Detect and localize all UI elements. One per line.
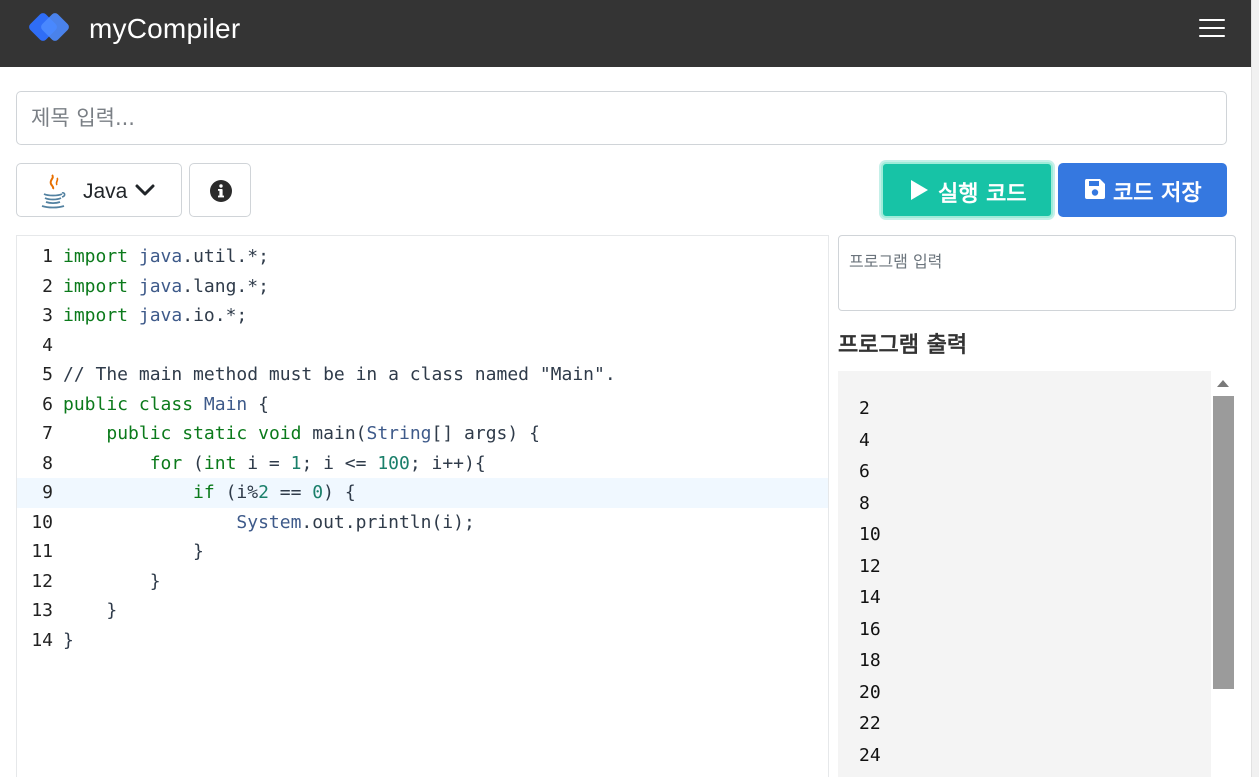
code-line[interactable]: 3 import java.io.*;: [17, 301, 828, 331]
line-number: 4: [42, 334, 53, 356]
code-line[interactable]: 13 }: [17, 596, 828, 626]
code-line[interactable]: 12 }: [17, 567, 828, 597]
menu-icon[interactable]: [1199, 19, 1225, 39]
program-input[interactable]: [838, 235, 1236, 311]
line-number: 3: [42, 305, 53, 326]
output-scrollbar[interactable]: [1211, 371, 1235, 777]
output-line: 10: [859, 524, 881, 545]
language-label: Java: [83, 180, 128, 203]
line-number: 1: [42, 246, 53, 267]
output-line: 4: [859, 429, 870, 451]
line-number: 6: [42, 393, 53, 415]
output-line: 12: [859, 555, 881, 577]
code-line[interactable]: 11 }: [17, 537, 828, 567]
code-text[interactable]: // The main method must be in a class na…: [63, 360, 616, 390]
run-code-label: 실행 코드: [938, 182, 1027, 207]
line-number: 2: [42, 275, 53, 297]
output-line: 24: [859, 744, 881, 766]
code-line[interactable]: 7 public static void main(String[] args)…: [17, 419, 828, 449]
code-text[interactable]: }: [63, 626, 74, 656]
code-text[interactable]: }: [63, 537, 204, 567]
code-text[interactable]: }: [63, 596, 117, 626]
code-line[interactable]: 10 System.out.println(i);: [17, 508, 828, 538]
code-line[interactable]: 5 // The main method must be in a class n…: [17, 360, 828, 390]
code-line[interactable]: 4: [17, 331, 828, 361]
line-number: 9: [42, 482, 53, 503]
run-code-button[interactable]: 실행 코드: [881, 162, 1053, 218]
code-text[interactable]: public static void main(String[] args) {: [63, 419, 540, 449]
save-code-button[interactable]: 코드 저장: [1058, 163, 1227, 217]
code-editor[interactable]: 1 import java.util.*; 2 import java.lang.*;…: [16, 235, 829, 777]
scroll-up-arrow-icon[interactable]: [1217, 380, 1229, 387]
code-line[interactable]: 14}: [17, 626, 828, 656]
save-code-label: 코드 저장: [1113, 181, 1202, 206]
code-line[interactable]: 2 import java.lang.*;: [17, 272, 828, 302]
code-text[interactable]: }: [63, 567, 161, 597]
scrollbar-thumb[interactable]: [1213, 396, 1234, 689]
code-text[interactable]: import java.io.*;: [63, 301, 247, 331]
line-number: 12: [31, 570, 53, 592]
code-text[interactable]: public class Main {: [63, 390, 269, 420]
java-icon: [41, 174, 66, 209]
output-line: 2: [859, 398, 870, 419]
chevron-down-icon: [135, 184, 155, 196]
output-line: 22: [859, 713, 881, 734]
line-number: 10: [31, 511, 53, 533]
line-number: 14: [31, 629, 53, 651]
title-input[interactable]: [16, 91, 1227, 145]
line-number: 7: [42, 423, 53, 444]
play-icon: [911, 180, 928, 200]
output-line: 16: [859, 618, 881, 640]
code-line[interactable]: 8 for (int i = 1; i <= 100; i++){: [17, 449, 828, 479]
code-text[interactable]: import java.util.*;: [63, 242, 269, 272]
line-number: 11: [31, 541, 53, 562]
output-line: 14: [859, 587, 881, 608]
code-line[interactable]: 6 public class Main {: [17, 390, 828, 420]
code-line[interactable]: 9 if (i%2 == 0) {: [17, 478, 828, 508]
code-line[interactable]: 1 import java.util.*;: [17, 242, 828, 272]
page-scrollbar[interactable]: [1251, 0, 1259, 777]
line-number: 5: [42, 364, 53, 385]
output-line: 18: [859, 650, 881, 671]
output-line: 6: [859, 461, 870, 482]
brand-name[interactable]: myCompiler: [89, 13, 240, 45]
code-text[interactable]: import java.lang.*;: [63, 272, 269, 302]
line-number: 13: [31, 600, 53, 621]
output-line: 20: [859, 681, 881, 703]
output-title: 프로그램 출력: [838, 333, 968, 358]
floppy-disk-icon: [1084, 179, 1105, 199]
program-output: 2 4 6 8 10 12 14 16 18 20 22 24: [838, 371, 1211, 777]
output-line: 8: [859, 492, 870, 514]
language-dropdown[interactable]: Java: [16, 163, 182, 217]
code-text[interactable]: if (i%2 == 0) {: [63, 478, 356, 508]
info-icon: [210, 180, 232, 202]
info-button[interactable]: [189, 163, 251, 217]
line-number: 8: [42, 452, 53, 474]
code-text[interactable]: System.out.println(i);: [63, 508, 474, 538]
mycompiler-logo-icon[interactable]: [26, 12, 74, 46]
navbar: myCompiler: [0, 0, 1251, 67]
code-text[interactable]: for (int i = 1; i <= 100; i++){: [63, 449, 486, 479]
